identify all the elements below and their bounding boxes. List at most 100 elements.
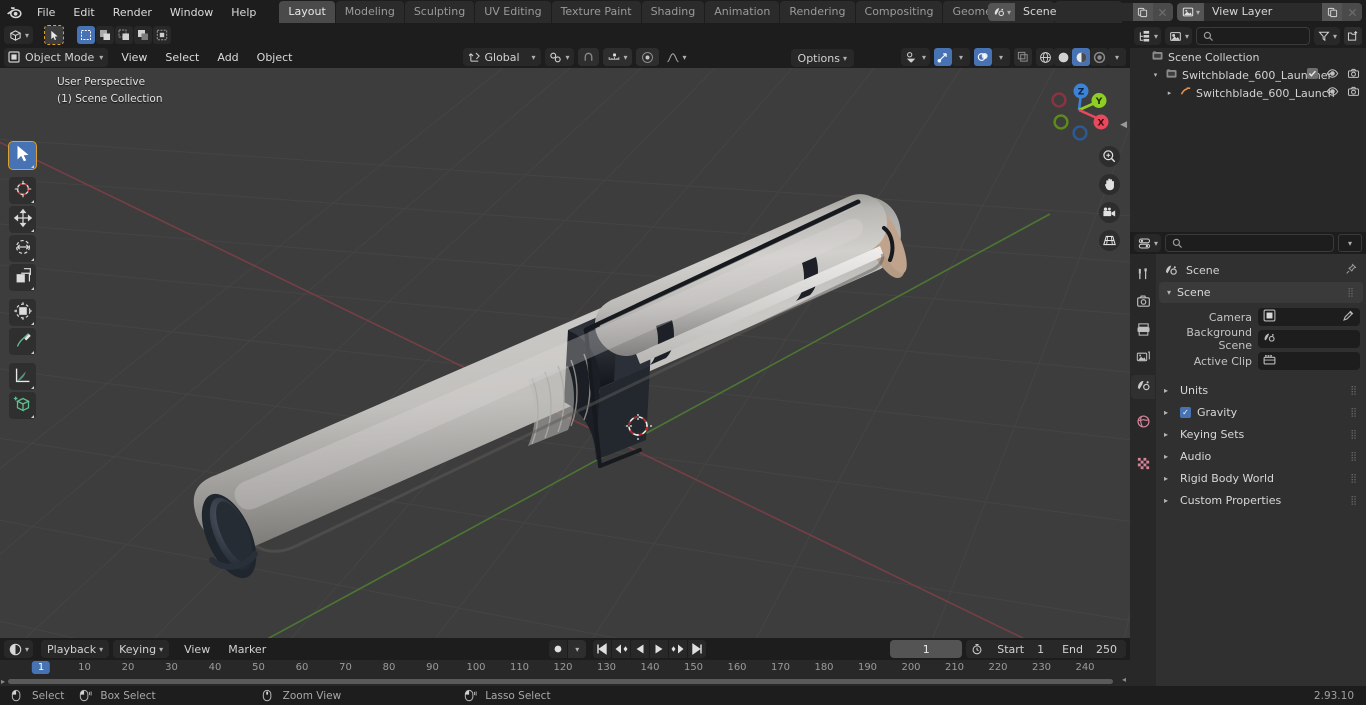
viewport-menu-object[interactable]: Object (248, 48, 302, 67)
jump-to-end-icon[interactable] (688, 640, 707, 658)
view-layer-name-field[interactable]: View Layer (1204, 3, 1322, 21)
workspace-tab-modeling[interactable]: Modeling (335, 1, 404, 23)
properties-panel-units[interactable]: ▸ Units ⣿ (1156, 380, 1366, 401)
object-types-visibility-selector[interactable]: ▾ (900, 48, 930, 66)
render-visibility-camera-icon[interactable] (1347, 67, 1360, 83)
scene-icon[interactable]: ▾ (987, 3, 1015, 21)
workspace-tab-animation[interactable]: Animation (705, 1, 780, 23)
visibility-eye-icon[interactable] (1326, 85, 1339, 101)
tool-move[interactable] (9, 206, 36, 233)
properties-panel-custom-properties[interactable]: ▸ Custom Properties ⣿ (1156, 490, 1366, 511)
timeline-keying-menu[interactable]: Keying ▾ (113, 640, 170, 658)
eyedropper-icon[interactable] (1342, 309, 1355, 325)
properties-tab-scene[interactable] (1131, 375, 1155, 399)
workspace-tab-compositing[interactable]: Compositing (855, 1, 943, 23)
workspace-tab-texture-paint[interactable]: Texture Paint (551, 1, 641, 23)
timeline-left-arrow-icon[interactable]: ▸ (1, 677, 5, 686)
tool-add-cube[interactable] (9, 392, 36, 419)
copy-icon[interactable] (1132, 3, 1153, 21)
panel-checkbox[interactable]: ✓ (1180, 407, 1191, 418)
frame-start[interactable]: Start 1 (988, 643, 1053, 656)
proportional-falloff-selector[interactable]: ▾ (663, 48, 690, 66)
workspace-tab-rendering[interactable]: Rendering (780, 1, 855, 23)
auto-keying-options-dropdown[interactable]: ▾ (568, 640, 587, 658)
render-visibility-camera-icon[interactable] (1347, 85, 1360, 101)
tool-annotate[interactable] (9, 328, 36, 355)
overlays-toggle[interactable] (974, 48, 992, 66)
scene-panel-header[interactable]: ▾ Scene ⣿ (1159, 282, 1363, 303)
shading-wireframe-icon[interactable] (1036, 48, 1054, 66)
outliner-checkbox[interactable] (1307, 68, 1318, 82)
timeline-right-arrow-icon[interactable]: ◂ (1122, 675, 1126, 684)
transform-orientation-selector[interactable]: Global ▾ (463, 48, 542, 66)
outliner-row-scene-collection[interactable]: Scene Collection (1130, 48, 1366, 66)
field-input[interactable] (1258, 330, 1360, 348)
view-layer-id-block[interactable]: ▾ View Layer (1176, 3, 1362, 21)
shading-options-dropdown[interactable]: ▾ (1108, 48, 1126, 66)
viewport-3d[interactable]: User Perspective (1) Scene Collection Z … (0, 68, 1130, 638)
top-menu-edit[interactable]: Edit (64, 3, 103, 22)
properties-tab-output[interactable] (1131, 319, 1155, 343)
select-intersect-icon[interactable] (153, 26, 172, 44)
properties-tab-tool[interactable] (1131, 263, 1155, 287)
new-collection-icon[interactable] (1344, 27, 1362, 45)
field-input[interactable] (1258, 352, 1360, 370)
outliner-search-input[interactable] (1196, 27, 1310, 45)
scene-name-field[interactable]: Scene (1014, 3, 1133, 21)
outliner-display-mode-icon[interactable]: ▾ (1134, 27, 1162, 45)
viewport-options-button[interactable]: Options ▾ (790, 49, 854, 67)
timeline-playhead[interactable]: 1 (31, 661, 51, 674)
jump-next-keyframe-icon[interactable] (669, 640, 688, 658)
tool-scale[interactable] (9, 264, 36, 291)
snap-target-selector[interactable]: ▾ (602, 48, 632, 66)
workspace-tab-layout[interactable]: Layout (279, 1, 335, 23)
select-extend-icon[interactable] (96, 26, 115, 44)
toggle-perspective-icon[interactable] (1099, 230, 1120, 251)
camera-view-icon[interactable] (1099, 202, 1120, 223)
properties-search-input[interactable] (1165, 234, 1334, 252)
outliner-id-type-icon[interactable]: ▾ (1165, 27, 1193, 45)
field-input[interactable] (1258, 308, 1360, 326)
pan-hand-icon[interactable] (1099, 174, 1120, 195)
properties-panel-gravity[interactable]: ▸ ✓ Gravity ⣿ (1156, 402, 1366, 423)
auto-keying-icon[interactable] (966, 640, 988, 658)
timeline-playback-menu[interactable]: Playback ▾ (41, 640, 110, 658)
unlink-scene-icon[interactable] (1152, 3, 1173, 21)
properties-options-dropdown[interactable]: ▾ (1338, 234, 1362, 252)
workspace-tab-uv-editing[interactable]: UV Editing (475, 1, 551, 23)
workspace-tab-sculpting[interactable]: Sculpting (404, 1, 475, 23)
shading-rendered-icon[interactable] (1090, 48, 1108, 66)
blender-logo-icon[interactable] (0, 0, 28, 24)
pivot-point-selector[interactable]: ▾ (545, 48, 574, 66)
properties-panel-rigid-body-world[interactable]: ▸ Rigid Body World ⣿ (1156, 468, 1366, 489)
editor-type-3dview-icon[interactable]: ▾ (4, 26, 34, 44)
view-layer-icon[interactable]: ▾ (1176, 3, 1204, 21)
jump-prev-keyframe-icon[interactable] (612, 640, 631, 658)
shading-solid-icon[interactable] (1054, 48, 1072, 66)
workspace-tab-shading[interactable]: Shading (641, 1, 705, 23)
properties-editor-icon[interactable]: ▾ (1134, 234, 1162, 252)
gizmo-toggle[interactable] (934, 48, 952, 66)
cursor-select-icon[interactable] (44, 25, 65, 45)
sidebar-expand-arrow-icon[interactable]: ◀ (1120, 120, 1127, 130)
properties-panel-audio[interactable]: ▸ Audio ⣿ (1156, 446, 1366, 467)
timeline-ruler[interactable]: 10 20 30 40 50 60 70 80 90 100 110 120 130 140 150 160 1… (0, 660, 1138, 678)
frame-end[interactable]: End 250 (1053, 643, 1126, 656)
unlink-view-layer-icon[interactable] (1342, 3, 1362, 21)
copy-view-layer-icon[interactable] (1322, 3, 1342, 21)
timeline-marker-menu[interactable]: Marker (221, 640, 273, 658)
viewport-canvas[interactable] (0, 68, 1130, 638)
xray-toggle[interactable] (1014, 48, 1032, 66)
visibility-eye-icon[interactable] (1326, 67, 1339, 83)
gizmo-options-dropdown[interactable]: ▾ (952, 48, 970, 66)
play-icon[interactable] (650, 640, 669, 658)
overlays-options-dropdown[interactable]: ▾ (992, 48, 1010, 66)
outliner-row-switchblade-600-launcher[interactable]: ▾ Switchblade_600_Launcher (1130, 66, 1366, 84)
navigation-gizmo[interactable]: Z Y X (1046, 77, 1112, 143)
properties-panel-keying-sets[interactable]: ▸ Keying Sets ⣿ (1156, 424, 1366, 445)
select-invert-icon[interactable] (134, 26, 153, 44)
timeline-editor-icon[interactable]: ▾ (4, 640, 34, 658)
outliner-filter-button[interactable]: ▾ (1313, 27, 1340, 45)
properties-tab-world[interactable] (1131, 411, 1155, 435)
pin-icon[interactable] (1345, 263, 1357, 278)
